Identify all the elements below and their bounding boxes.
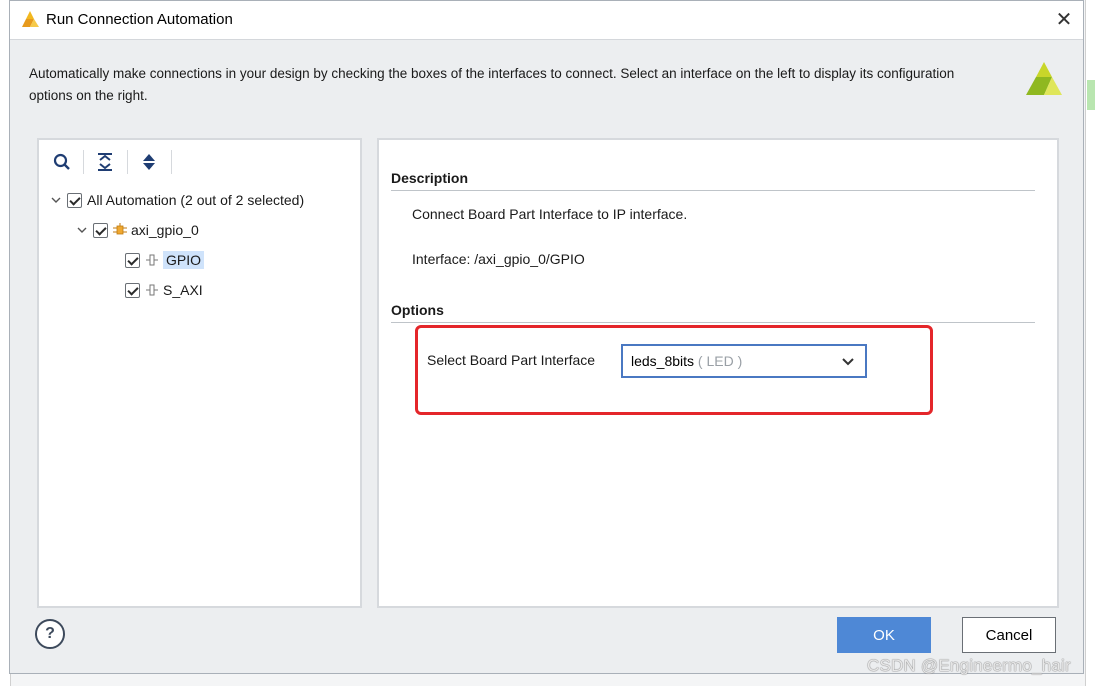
configuration-panel: Description Connect Board Part Interface… — [377, 138, 1059, 608]
description-heading: Description — [391, 170, 1035, 191]
tree-node-label: axi_gpio_0 — [131, 222, 199, 238]
tree-node-label-selected: GPIO — [163, 251, 205, 269]
tree-node-label: All Automation (2 out of 2 selected) — [87, 192, 305, 208]
toolbar-separator — [171, 150, 172, 174]
search-icon[interactable] — [49, 150, 75, 174]
board-part-interface-select[interactable]: leds_8bits ( LED ) — [621, 344, 867, 378]
tree-node-s-axi[interactable]: S_AXI — [121, 278, 203, 302]
ip-block-icon — [113, 223, 127, 235]
checkbox-axi-gpio[interactable] — [93, 222, 108, 238]
interface-text: Interface: /axi_gpio_0/GPIO — [412, 251, 585, 267]
tree-node-all-automation[interactable]: All Automation (2 out of 2 selected) — [49, 188, 304, 212]
tree-toolbar — [39, 140, 360, 184]
interface-port-icon — [146, 254, 158, 266]
chevron-down-icon[interactable] — [49, 193, 63, 207]
checkbox-s-axi[interactable] — [125, 282, 140, 298]
select-value-sub: ( LED ) — [694, 353, 743, 369]
dialog-title: Run Connection Automation — [46, 11, 233, 28]
checkbox-gpio[interactable] — [125, 252, 140, 268]
run-connection-automation-dialog: Run Connection Automation ✕ Automaticall… — [9, 0, 1084, 674]
expand-all-icon[interactable] — [136, 150, 162, 174]
select-board-part-label: Select Board Part Interface — [427, 352, 596, 368]
tree-node-axi-gpio[interactable]: axi_gpio_0 — [75, 218, 199, 242]
automation-tree-panel: All Automation (2 out of 2 selected) axi… — [37, 138, 362, 608]
tree-node-gpio[interactable]: GPIO — [121, 248, 205, 272]
chevron-down-icon[interactable] — [75, 223, 89, 237]
cancel-button[interactable]: Cancel — [962, 617, 1056, 653]
interface-port-icon — [146, 284, 158, 296]
chevron-down-icon — [842, 358, 854, 366]
close-icon[interactable]: ✕ — [1051, 7, 1077, 33]
select-value-main: leds_8bits — [631, 353, 695, 369]
description-text: Connect Board Part Interface to IP inter… — [412, 206, 688, 222]
tree-node-label: S_AXI — [163, 282, 203, 298]
toolbar-separator — [83, 150, 84, 174]
checkbox-all-automation[interactable] — [67, 192, 82, 208]
watermark-text: CSDN @Engineermo_hair — [867, 656, 1071, 675]
background-status-indicator — [1087, 80, 1095, 110]
vivado-logo-icon — [22, 11, 39, 27]
vivado-logo-icon — [1026, 62, 1062, 95]
collapse-all-icon[interactable] — [92, 150, 118, 174]
dialog-titlebar: Run Connection Automation ✕ — [10, 1, 1083, 40]
select-value: leds_8bits ( LED ) — [631, 353, 742, 369]
options-heading: Options — [391, 302, 1035, 323]
help-button[interactable]: ? — [35, 619, 65, 649]
ok-button[interactable]: OK — [837, 617, 931, 653]
intro-text: Automatically make connections in your d… — [29, 66, 955, 103]
toolbar-separator — [127, 150, 128, 174]
